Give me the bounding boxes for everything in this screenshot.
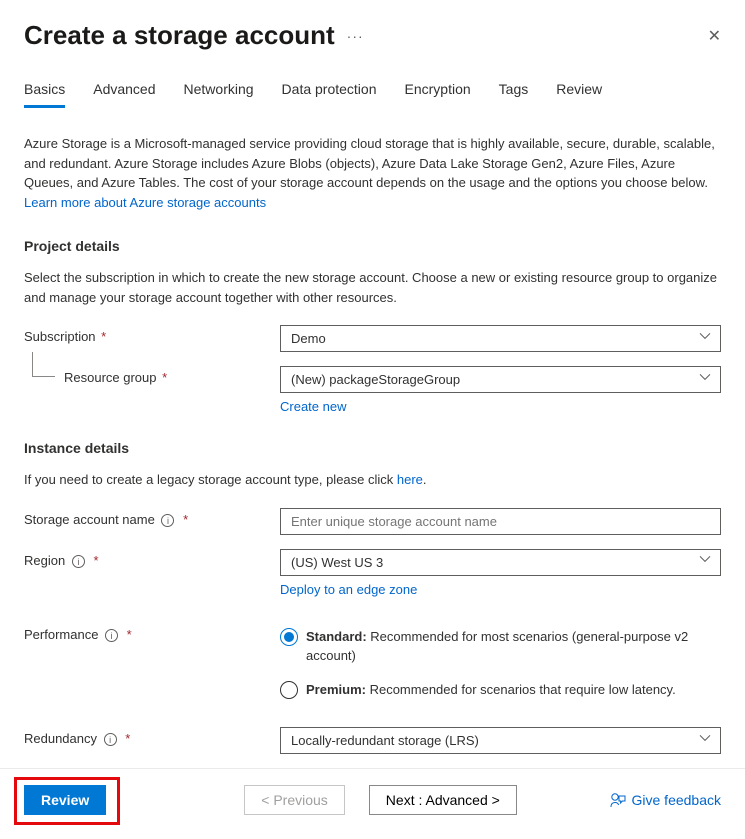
resource-group-select[interactable]: (New) packageStorageGroup	[280, 366, 721, 393]
tab-review[interactable]: Review	[556, 81, 602, 108]
region-select[interactable]: (US) West US 3	[280, 549, 721, 576]
legacy-here-link[interactable]: here	[397, 472, 423, 487]
feedback-link[interactable]: Give feedback	[610, 792, 722, 808]
tab-basics[interactable]: Basics	[24, 81, 65, 108]
required-mark: *	[127, 627, 132, 642]
performance-label: Performance	[24, 627, 98, 642]
performance-row: Performance i * Standard: Recommended fo…	[24, 623, 721, 714]
storage-name-input[interactable]	[280, 508, 721, 535]
close-icon[interactable]: ✕	[708, 26, 721, 46]
redundancy-label: Redundancy	[24, 731, 97, 746]
tab-data-protection[interactable]: Data protection	[282, 81, 377, 108]
radio-icon	[280, 628, 298, 646]
next-button[interactable]: Next : Advanced >	[369, 785, 517, 815]
info-icon[interactable]: i	[72, 555, 85, 568]
required-mark: *	[183, 512, 188, 527]
required-mark: *	[93, 553, 98, 568]
feedback-icon	[610, 792, 626, 808]
learn-more-link[interactable]: Learn more about Azure storage accounts	[24, 195, 266, 210]
previous-button[interactable]: < Previous	[244, 785, 345, 815]
subscription-label: Subscription	[24, 329, 96, 344]
resource-group-label: Resource group	[64, 370, 157, 385]
radio-icon	[280, 681, 298, 699]
info-icon[interactable]: i	[161, 514, 174, 527]
tab-tags[interactable]: Tags	[499, 81, 529, 108]
required-mark: *	[101, 329, 106, 344]
more-icon[interactable]: ···	[347, 28, 364, 44]
review-button[interactable]: Review	[24, 785, 106, 815]
wizard-tabs: Basics Advanced Networking Data protecti…	[24, 81, 721, 108]
tab-advanced[interactable]: Advanced	[93, 81, 155, 108]
project-details-heading: Project details	[24, 238, 721, 254]
info-icon[interactable]: i	[104, 733, 117, 746]
tab-networking[interactable]: Networking	[184, 81, 254, 108]
create-new-link[interactable]: Create new	[280, 399, 346, 414]
info-icon[interactable]: i	[105, 629, 118, 642]
redundancy-select[interactable]: Locally-redundant storage (LRS)	[280, 727, 721, 754]
storage-name-row: Storage account name i *	[24, 508, 721, 535]
required-mark: *	[125, 731, 130, 746]
performance-premium-radio[interactable]: Premium: Recommended for scenarios that …	[280, 680, 721, 700]
edge-zone-link[interactable]: Deploy to an edge zone	[280, 582, 417, 597]
project-details-desc: Select the subscription in which to crea…	[24, 268, 721, 307]
resource-group-row: Resource group * (New) packageStorageGro…	[24, 366, 721, 414]
page-title: Create a storage account	[24, 20, 335, 51]
redundancy-row: Redundancy i * Locally-redundant storage…	[24, 727, 721, 754]
instance-details-heading: Instance details	[24, 440, 721, 456]
region-label: Region	[24, 553, 65, 568]
subscription-row: Subscription * Demo	[24, 325, 721, 352]
required-mark: *	[162, 370, 167, 385]
tab-encryption[interactable]: Encryption	[405, 81, 471, 108]
intro-text: Azure Storage is a Microsoft-managed ser…	[24, 134, 721, 212]
page-header: Create a storage account ··· ✕	[24, 20, 721, 51]
intro-body: Azure Storage is a Microsoft-managed ser…	[24, 136, 715, 190]
subscription-select[interactable]: Demo	[280, 325, 721, 352]
wizard-footer: Review < Previous Next : Advanced > Give…	[0, 768, 745, 839]
performance-standard-radio[interactable]: Standard: Recommended for most scenarios…	[280, 627, 721, 666]
legacy-note: If you need to create a legacy storage a…	[24, 470, 721, 490]
storage-name-label: Storage account name	[24, 512, 155, 527]
region-row: Region i * (US) West US 3 Deploy to an e…	[24, 549, 721, 597]
